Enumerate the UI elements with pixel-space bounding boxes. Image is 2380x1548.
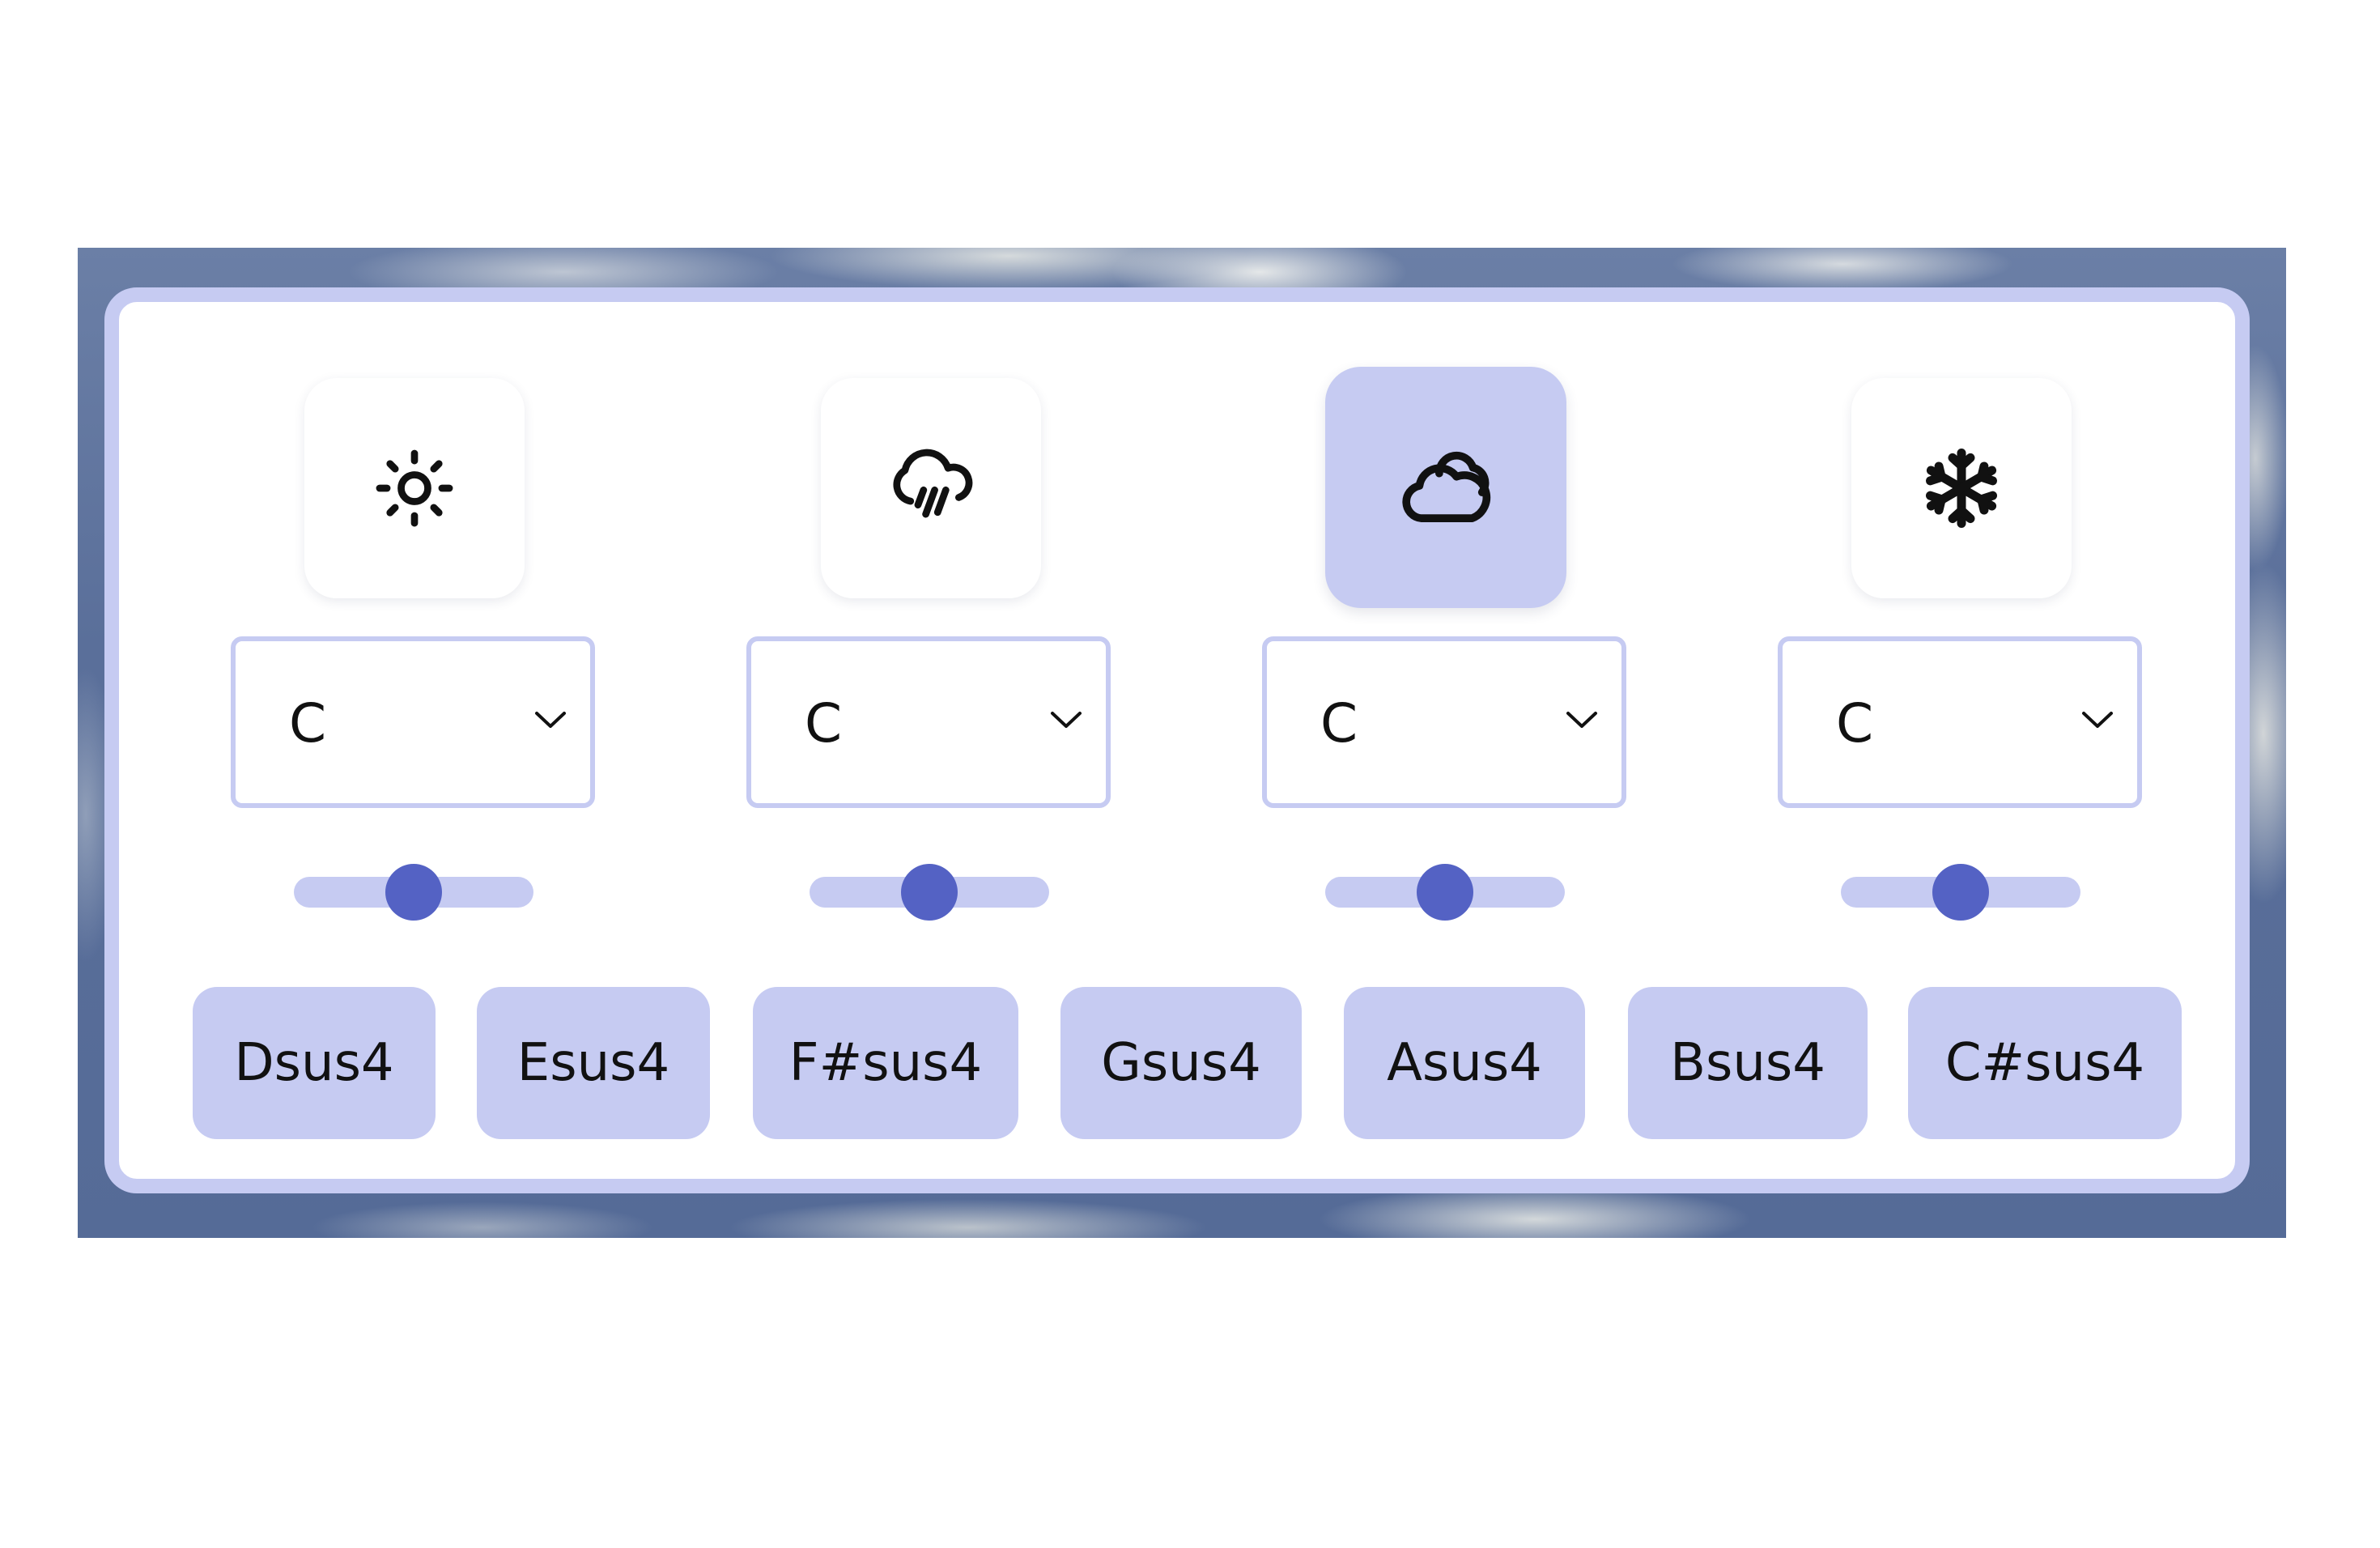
key-select-4[interactable]: C — [1778, 636, 2142, 808]
cloud-button[interactable] — [1325, 367, 1566, 608]
chevron-down-icon — [533, 709, 567, 734]
key-select-value: C — [1320, 692, 1358, 755]
volume-slider-4[interactable] — [1841, 864, 2080, 921]
sun-icon — [370, 444, 459, 533]
key-select-value: C — [805, 692, 843, 755]
cloud-icon — [1396, 438, 1495, 537]
page: C C C C Dsus4 Esus4 F#sus4 Gsus4 Asus4 B… — [0, 0, 2380, 1548]
chord-button-esus4[interactable]: Esus4 — [477, 987, 710, 1139]
chord-button-gsus4[interactable]: Gsus4 — [1060, 987, 1302, 1139]
chord-button-csharpsus4[interactable]: C#sus4 — [1908, 987, 2182, 1139]
slider-thumb[interactable] — [1932, 864, 1989, 921]
volume-slider-2[interactable] — [810, 864, 1049, 921]
key-select-2[interactable]: C — [746, 636, 1111, 808]
slider-thumb[interactable] — [385, 864, 442, 921]
rain-button[interactable] — [821, 378, 1041, 598]
snow-button[interactable] — [1851, 378, 2072, 598]
slider-thumb[interactable] — [1417, 864, 1473, 921]
volume-slider-3[interactable] — [1325, 864, 1565, 921]
sun-button[interactable] — [304, 378, 525, 598]
key-select-3[interactable]: C — [1262, 636, 1626, 808]
chevron-down-icon — [1049, 709, 1083, 734]
key-select-value: C — [1836, 692, 1874, 755]
chevron-down-icon — [1565, 709, 1599, 734]
key-select-value: C — [289, 692, 327, 755]
slider-thumb[interactable] — [901, 864, 958, 921]
chord-button-asus4[interactable]: Asus4 — [1344, 987, 1585, 1139]
chord-button-fsharpsus4[interactable]: F#sus4 — [753, 987, 1018, 1139]
chord-button-bsus4[interactable]: Bsus4 — [1628, 987, 1868, 1139]
volume-slider-1[interactable] — [294, 864, 533, 921]
key-select-1[interactable]: C — [231, 636, 595, 808]
chevron-down-icon — [2080, 709, 2114, 734]
chord-button-dsus4[interactable]: Dsus4 — [193, 987, 436, 1139]
snowflake-icon — [1917, 444, 2006, 533]
rain-cloud-icon — [886, 444, 975, 533]
